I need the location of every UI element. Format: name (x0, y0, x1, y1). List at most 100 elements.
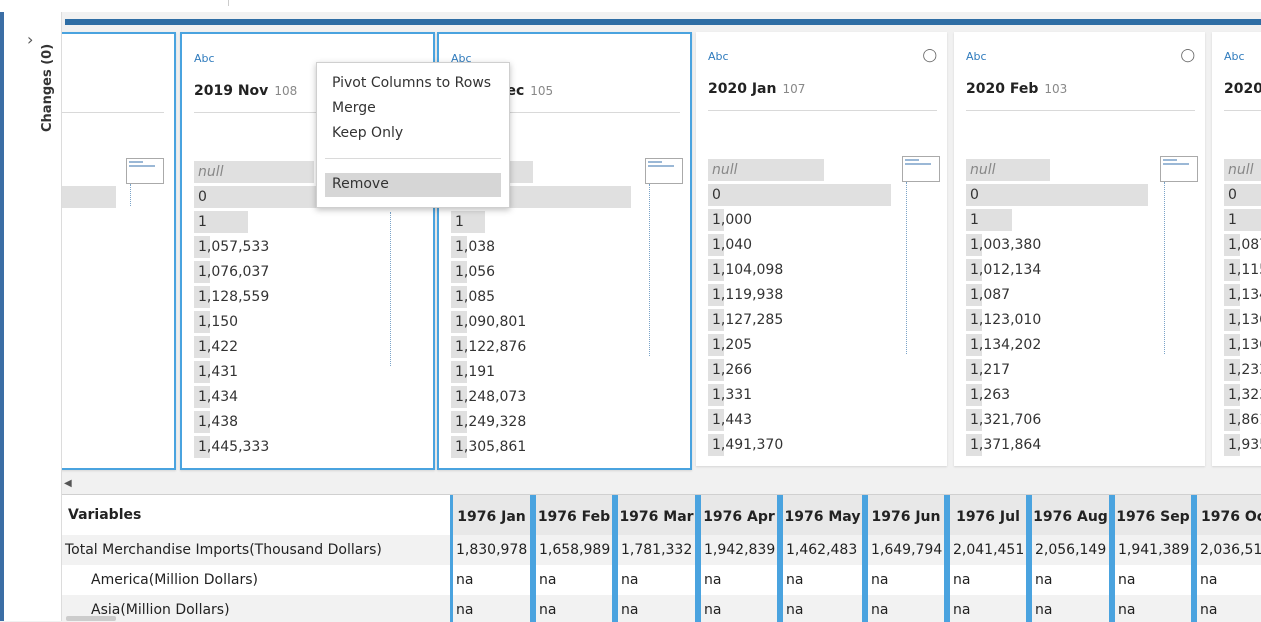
value-item: 1,127,285 (708, 308, 783, 333)
grid-cell[interactable]: na (704, 602, 721, 618)
column-header[interactable]: 1976 Oc (1197, 495, 1261, 535)
grid-column-1976-feb[interactable]: 1976 Feb 1,658,989 na na (533, 495, 615, 622)
column-header[interactable]: 1976 Aug (1032, 495, 1109, 535)
grid-cell[interactable]: 1,781,332 (621, 542, 692, 558)
histogram-thumbnail[interactable] (1160, 156, 1198, 182)
field-name[interactable]: 2020 (1224, 81, 1261, 97)
chevron-right-icon[interactable]: › (27, 30, 33, 49)
variables-column-header[interactable]: Variables (68, 507, 141, 523)
grid-cell[interactable]: na (1118, 572, 1135, 588)
grid-cell[interactable]: na (621, 572, 638, 588)
grid-cell[interactable]: na (953, 602, 970, 618)
menu-item-remove[interactable]: Remove (332, 176, 389, 192)
histogram-scrollbar[interactable] (1164, 182, 1165, 354)
grid-column-1976-jul[interactable]: 1976 Jul 2,041,451 na na (947, 495, 1029, 622)
grid-cell[interactable]: na (786, 602, 803, 618)
column-header[interactable]: 1976 Jun (868, 495, 944, 535)
profile-card-2020-jan[interactable]: Abc ◯ 2020 Jan 107 null 0 1,000 1,040 1,1… (696, 32, 947, 466)
lightbulb-icon[interactable]: ◯ (1180, 48, 1195, 63)
value-item: 1,128,559 (194, 285, 269, 310)
grid-cell[interactable]: 1,942,839 (704, 542, 775, 558)
histogram-scrollbar[interactable] (390, 212, 391, 366)
panel-edge (0, 12, 4, 621)
grid-cell[interactable]: na (871, 602, 888, 618)
column-header[interactable]: 1976 Mar (618, 495, 695, 535)
grid-cell[interactable]: 1,658,989 (539, 542, 610, 558)
profile-card-partial[interactable] (62, 32, 176, 470)
grid-cell[interactable]: na (1035, 602, 1052, 618)
grid-column-1976-oct[interactable]: 1976 Oc 2,036,51 na na (1194, 495, 1261, 622)
value-item: 1,040 (708, 233, 783, 258)
grid-cell[interactable]: na (539, 602, 556, 618)
grid-cell[interactable]: 2,041,451 (953, 542, 1024, 558)
changes-label[interactable]: Changes (0) (40, 44, 55, 132)
grid-cell[interactable]: na (1200, 602, 1217, 618)
column-header[interactable]: 1976 Jan (453, 495, 530, 535)
value-item: 1,248,073 (451, 385, 526, 410)
grid-cell[interactable]: na (704, 572, 721, 588)
grid-cell[interactable]: 1,830,978 (456, 542, 527, 558)
grid-cell[interactable]: na (953, 572, 970, 588)
grid-cell[interactable]: na (786, 572, 803, 588)
value-item: 1,056 (451, 260, 526, 285)
profile-card-2020-mar[interactable]: Abc 2020 null 0 1 1,087 1,115 1,134 1,13… (1212, 32, 1261, 466)
grid-cell[interactable]: 2,056,149 (1035, 542, 1106, 558)
grid-column-1976-jan[interactable]: 1976 Jan 1,830,978 na na (450, 495, 533, 622)
column-header[interactable]: 1976 Sep (1115, 495, 1191, 535)
value-item: 1 (451, 210, 526, 235)
value-item: 0 (966, 183, 1148, 208)
value-bar[interactable] (62, 185, 116, 210)
grid-column-1976-jun[interactable]: 1976 Jun 1,649,794 na na (865, 495, 947, 622)
grid-cell[interactable]: 1,462,483 (786, 542, 857, 558)
histogram-thumbnail[interactable] (126, 158, 164, 184)
grid-column-1976-apr[interactable]: 1976 Apr 1,942,839 na na (698, 495, 780, 622)
string-type-icon[interactable]: Abc (1224, 50, 1245, 63)
menu-item-pivot-columns-to-rows[interactable]: Pivot Columns to Rows (332, 75, 491, 91)
string-type-icon[interactable]: Abc (708, 50, 729, 63)
field-name[interactable]: 2020 Jan (708, 81, 776, 97)
grid-column-1976-sep[interactable]: 1976 Sep 1,941,389 na na (1112, 495, 1194, 622)
grid-cell[interactable]: na (871, 572, 888, 588)
histogram-thumbnail[interactable] (645, 158, 683, 184)
histogram-scrollbar[interactable] (649, 184, 650, 356)
menu-item-keep-only[interactable]: Keep Only (332, 125, 403, 141)
field-name[interactable]: 2019 Nov (194, 83, 268, 99)
column-header[interactable]: 1976 Jul (950, 495, 1026, 535)
field-name[interactable]: 2020 Feb (966, 81, 1038, 97)
grid-cell[interactable]: 1,941,389 (1118, 542, 1189, 558)
scroll-left-icon[interactable]: ◀ (64, 478, 72, 489)
distinct-count: 107 (782, 82, 806, 96)
histogram-scrollbar[interactable] (906, 182, 907, 354)
grid-cell[interactable]: na (1200, 572, 1217, 588)
grid-cell[interactable]: na (1118, 602, 1135, 618)
value-item: 1,085 (451, 285, 526, 310)
grid-cell[interactable]: 1,649,794 (871, 542, 942, 558)
grid-column-1976-may[interactable]: 1976 May 1,462,483 na na (780, 495, 865, 622)
lightbulb-icon[interactable]: ◯ (922, 48, 937, 63)
grid-column-1976-aug[interactable]: 1976 Aug 2,056,149 na na (1029, 495, 1112, 622)
column-header[interactable]: 1976 Feb (536, 495, 612, 535)
horizontal-scrollbar[interactable] (66, 616, 116, 621)
profile-card-2020-feb[interactable]: Abc ◯ 2020 Feb 103 null 0 1 1,003,380 1,0… (954, 32, 1205, 466)
histogram-thumbnail[interactable] (902, 156, 940, 182)
string-type-icon[interactable]: Abc (966, 50, 987, 63)
top-divider (228, 0, 229, 6)
column-header[interactable]: 1976 Apr (701, 495, 777, 535)
grid-cell[interactable]: na (456, 602, 473, 618)
grid-cell[interactable]: na (621, 602, 638, 618)
grid-cell[interactable]: na (539, 572, 556, 588)
value-item: 1,115 (1224, 258, 1261, 283)
grid-cell[interactable]: na (1035, 572, 1052, 588)
grid-cell[interactable]: 2,036,51 (1200, 542, 1261, 558)
grid-cell[interactable]: na (456, 572, 473, 588)
column-header[interactable]: 1976 May (783, 495, 862, 535)
string-type-icon[interactable]: Abc (194, 52, 215, 65)
value-item: 1,057,533 (194, 235, 269, 260)
value-item: null (194, 160, 314, 185)
histogram-scrollbar[interactable] (130, 184, 131, 206)
grid-column-1976-mar[interactable]: 1976 Mar 1,781,332 na na (615, 495, 698, 622)
value-list: null 0 1 1,003,380 1,012,134 1,087 1,123… (966, 158, 1148, 458)
changes-panel: › Changes (0) (0, 12, 62, 621)
profile-pane: Abc 2019 Nov 108 null 0 1 1,057,533 1,076… (62, 12, 1261, 476)
menu-item-merge[interactable]: Merge (332, 100, 376, 116)
